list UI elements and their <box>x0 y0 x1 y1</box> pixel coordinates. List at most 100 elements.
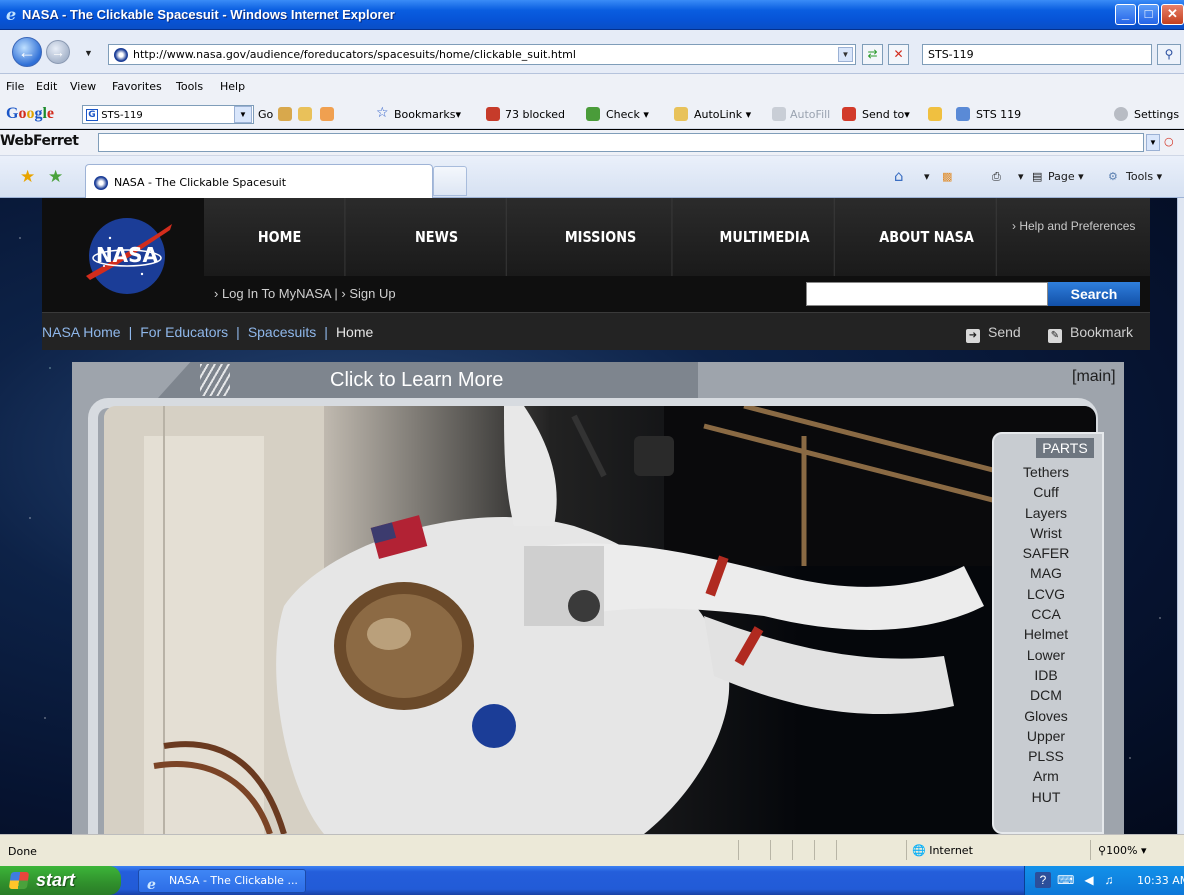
nav-missions[interactable]: MISSIONS <box>530 198 673 276</box>
menu-help[interactable]: Help <box>220 80 245 93</box>
nav-home[interactable]: HOME <box>215 198 346 276</box>
nav-multimedia[interactable]: MULTIMEDIA <box>695 198 835 276</box>
popup-blocked-count[interactable]: 73 blocked <box>505 108 565 121</box>
magnifier-icon: ⚲ <box>1098 844 1107 857</box>
home-icon[interactable]: ⌂ <box>894 167 904 185</box>
breadcrumb-for-educators[interactable]: For Educators <box>140 324 228 340</box>
menu-edit[interactable]: Edit <box>36 80 57 93</box>
favorites-center-icon[interactable]: ★ <box>20 167 35 187</box>
safely-remove-icon[interactable]: ⌨ <box>1057 872 1074 888</box>
send-to-button[interactable]: Send to▾ <box>862 108 910 121</box>
google-settings-button[interactable]: Settings <box>1134 108 1179 121</box>
zoom-level[interactable]: ⚲100% ▾ <box>1098 844 1147 857</box>
google-search-input[interactable]: G STS-119 <box>82 105 254 124</box>
status-divider <box>792 840 793 860</box>
back-button[interactable]: ← <box>12 37 42 67</box>
part-hut[interactable]: HUT <box>1014 787 1078 807</box>
minimize-button[interactable]: _ <box>1115 4 1136 25</box>
google-go-button[interactable]: Go <box>258 108 273 121</box>
search-icon[interactable]: ⚲ <box>1157 44 1181 65</box>
network-tray-icon[interactable]: ◀ <box>1081 872 1097 888</box>
decorative-hatch <box>200 364 230 396</box>
google-search-value[interactable]: STS-119 <box>101 110 143 121</box>
help-tray-icon[interactable]: ? <box>1035 872 1051 888</box>
window-title-bar[interactable]: e NASA - The Clickable Spacesuit - Windo… <box>0 0 1184 30</box>
start-button[interactable]: start <box>0 866 121 895</box>
part-helmet[interactable]: Helmet <box>1014 624 1078 644</box>
forward-button[interactable]: → <box>46 40 70 64</box>
breadcrumb-nasa-home[interactable]: NASA Home <box>42 324 121 340</box>
tools-menu-button[interactable]: Tools ▾ <box>1126 170 1162 183</box>
send-button[interactable]: ➜ Send <box>966 324 1021 343</box>
main-link[interactable]: [main] <box>1072 368 1116 386</box>
part-cuff[interactable]: Cuff <box>1014 482 1078 502</box>
page-menu-button[interactable]: Page ▾ <box>1048 170 1084 183</box>
url-text[interactable]: http://www.nasa.gov/audience/foreducator… <box>133 48 576 61</box>
part-wrist[interactable]: Wrist <box>1014 523 1078 543</box>
web-content: NASA HOME NEWS MISSIONS MULTIMEDIA ABOUT… <box>0 198 1184 834</box>
print-icon[interactable]: ⎙ <box>992 170 1001 184</box>
help-preferences-link[interactable]: › Help and Preferences <box>1012 219 1135 233</box>
google-options-icon[interactable] <box>278 107 292 121</box>
tab-nasa-spacesuit[interactable]: NASA - The Clickable Spacesuit <box>85 164 433 198</box>
spellcheck-button[interactable]: Check ▾ <box>606 108 649 121</box>
google-search-dropdown-icon[interactable]: ▼ <box>234 106 252 123</box>
menu-favorites[interactable]: Favorites <box>112 80 162 93</box>
part-safer[interactable]: SAFER <box>1014 543 1078 563</box>
part-tethers[interactable]: Tethers <box>1014 462 1078 482</box>
nav-news[interactable]: NEWS <box>367 198 507 276</box>
astronaut-spacewalk-photo[interactable] <box>104 406 1096 834</box>
part-lcvg[interactable]: LCVG <box>1014 584 1078 604</box>
google-bookmarks-button[interactable]: Bookmarks▾ <box>394 108 461 121</box>
google-logo-icon[interactable]: Google <box>6 105 54 123</box>
add-favorite-icon[interactable]: ★ <box>48 167 63 187</box>
login-signup-links[interactable]: › Log In To MyNASA | › Sign Up <box>214 286 396 301</box>
stop-button[interactable]: ✕ <box>888 44 909 65</box>
webferret-options-icon[interactable]: ○ <box>1164 135 1174 148</box>
recent-pages-dropdown-icon[interactable]: ▼ <box>84 48 93 58</box>
live-search-input[interactable]: STS-119 <box>922 44 1152 65</box>
google-pagerank-icon[interactable] <box>320 107 334 121</box>
part-arm[interactable]: Arm <box>1014 766 1078 786</box>
part-layers[interactable]: Layers <box>1014 503 1078 523</box>
menu-tools[interactable]: Tools <box>176 80 203 93</box>
search-term-sts119[interactable]: STS 119 <box>976 108 1021 121</box>
nasa-search-button[interactable]: Search <box>1048 282 1140 306</box>
highlighter-icon[interactable] <box>928 107 942 121</box>
part-idb[interactable]: IDB <box>1014 665 1078 685</box>
bookmark-button[interactable]: ✎ Bookmark <box>1048 324 1133 343</box>
menu-view[interactable]: View <box>70 80 96 93</box>
part-dcm[interactable]: DCM <box>1014 685 1078 705</box>
part-mag[interactable]: MAG <box>1014 563 1078 583</box>
part-plss[interactable]: PLSS <box>1014 746 1078 766</box>
home-dropdown-icon[interactable]: ▾ <box>924 170 930 183</box>
url-dropdown-icon[interactable]: ▼ <box>838 47 853 62</box>
part-gloves[interactable]: Gloves <box>1014 706 1078 726</box>
security-zone[interactable]: 🌐 Internet <box>912 844 973 857</box>
feeds-icon[interactable]: ▩ <box>942 170 952 183</box>
autolink-button[interactable]: AutoLink ▾ <box>694 108 751 121</box>
parts-heading: PARTS <box>1036 438 1094 458</box>
vertical-scrollbar[interactable] <box>1177 198 1184 834</box>
google-news-icon[interactable] <box>298 107 312 121</box>
maximize-button[interactable]: □ <box>1138 4 1159 25</box>
bookmark-star-icon[interactable]: ☆ <box>376 105 389 121</box>
nasa-logo-icon[interactable]: NASA <box>80 216 174 296</box>
refresh-button[interactable]: ⇄ <box>862 44 883 65</box>
part-lower[interactable]: Lower <box>1014 645 1078 665</box>
volume-icon[interactable]: ♫ <box>1101 872 1117 888</box>
webferret-search-input[interactable] <box>98 133 1144 152</box>
nav-about-nasa[interactable]: ABOUT NASA <box>857 198 997 276</box>
part-cca[interactable]: CCA <box>1014 604 1078 624</box>
part-upper[interactable]: Upper <box>1014 726 1078 746</box>
taskbar-ie-window[interactable]: e NASA - The Clickable ... <box>138 869 306 893</box>
autofill-button[interactable]: AutoFill <box>790 108 830 121</box>
url-input[interactable]: http://www.nasa.gov/audience/foreducator… <box>108 44 856 65</box>
webferret-dropdown-icon[interactable]: ▼ <box>1146 134 1160 151</box>
close-button[interactable]: ✕ <box>1161 4 1184 25</box>
menu-file[interactable]: File <box>6 80 24 93</box>
print-dropdown-icon[interactable]: ▾ <box>1018 170 1024 183</box>
breadcrumb-spacesuits[interactable]: Spacesuits <box>248 324 316 340</box>
nasa-search-input[interactable] <box>806 282 1048 306</box>
new-tab-button[interactable] <box>433 166 467 196</box>
